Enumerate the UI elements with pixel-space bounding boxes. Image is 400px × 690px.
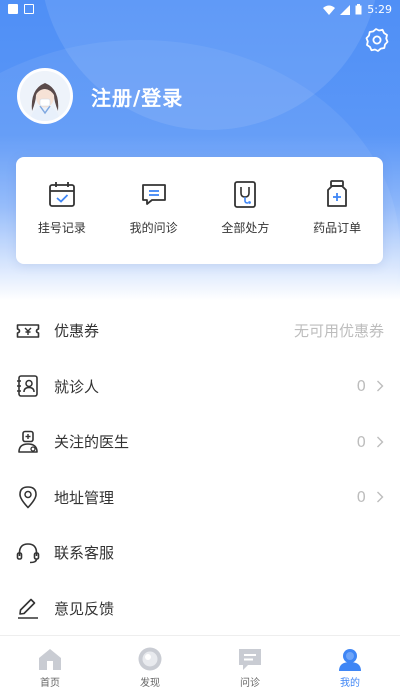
pen-icon <box>18 598 38 620</box>
menu-item-value: 0 <box>356 377 384 395</box>
chat-icon <box>141 184 166 205</box>
settings-button[interactable] <box>362 26 390 54</box>
calendar-check-icon <box>48 182 75 207</box>
headset-icon <box>16 542 40 563</box>
quick-action-label: 全部处方 <box>221 221 270 235</box>
location-icon <box>19 486 37 509</box>
home-icon <box>39 649 61 670</box>
menu-item-value: 0 <box>356 488 384 506</box>
quick-action-registration-records[interactable]: 挂号记录 <box>22 179 102 236</box>
menu-item-feedback[interactable]: 意见反馈 <box>0 581 400 637</box>
tab-discover[interactable]: 发现 <box>100 636 200 690</box>
signal-icon <box>340 4 351 15</box>
quick-action-label: 药品订单 <box>313 221 362 235</box>
status-time: 5:29 <box>367 3 392 16</box>
login-link[interactable]: 注册/登录 <box>91 82 183 111</box>
battery-icon <box>355 4 362 15</box>
menu-item-value: 0 <box>356 433 384 451</box>
consult-icon <box>239 649 261 670</box>
menu-item-patients[interactable]: 就诊人 0 <box>0 359 400 415</box>
menu-item-followed-doctors[interactable]: 关注的医生 0 <box>0 414 400 470</box>
profile-section[interactable]: 注册/登录 <box>17 68 183 124</box>
status-bar: 5:29 <box>0 0 400 20</box>
quick-action-label: 我的问诊 <box>129 221 178 235</box>
coupon-icon <box>16 323 40 338</box>
discover-icon <box>138 647 162 671</box>
menu-item-label: 优惠券 <box>54 322 100 341</box>
menu-item-address-management[interactable]: 地址管理 0 <box>0 470 400 526</box>
medicine-bottle-icon <box>327 180 348 207</box>
menu-item-label: 就诊人 <box>54 377 100 396</box>
tab-mine[interactable]: 我的 <box>300 636 400 690</box>
quick-action-label: 挂号记录 <box>37 221 86 235</box>
menu-item-label: 联系客服 <box>54 544 115 563</box>
notification-icon <box>8 4 18 14</box>
doctor-icon <box>18 430 38 453</box>
wifi-icon <box>323 5 336 15</box>
tab-label: 首页 <box>40 678 60 689</box>
tab-label: 问诊 <box>240 678 260 689</box>
notification-icon <box>24 4 34 14</box>
bottom-tab-bar: 首页 发现 问诊 我的 <box>0 635 400 690</box>
quick-action-medicine-orders[interactable]: 药品订单 <box>297 179 377 236</box>
settings-menu: 优惠券 无可用优惠券 就诊人 0 关注的医生 0 地址管理 0 联系客服 意见反… <box>0 303 400 636</box>
tab-label: 发现 <box>140 678 160 689</box>
gear-icon <box>365 28 389 52</box>
menu-item-value: 无可用优惠券 <box>293 322 384 341</box>
avatar-image <box>20 71 70 121</box>
chevron-right-icon <box>377 491 384 503</box>
menu-item-label: 意见反馈 <box>54 599 115 618</box>
avatar[interactable] <box>17 68 73 124</box>
quick-action-my-consultations[interactable]: 我的问诊 <box>114 179 194 236</box>
menu-item-label: 地址管理 <box>54 488 115 507</box>
tab-label: 我的 <box>340 678 360 689</box>
menu-item-coupons[interactable]: 优惠券 无可用优惠券 <box>0 303 400 359</box>
chevron-right-icon <box>377 436 384 448</box>
quick-action-all-prescriptions[interactable]: 全部处方 <box>205 179 285 236</box>
patient-card-icon <box>17 375 38 398</box>
chevron-right-icon <box>377 380 384 392</box>
tab-home[interactable]: 首页 <box>0 636 100 690</box>
quick-actions-card: 挂号记录 我的问诊 全部处方 药品订单 <box>16 157 383 264</box>
menu-item-label: 关注的医生 <box>54 433 130 452</box>
tab-consult[interactable]: 问诊 <box>200 636 300 690</box>
user-icon <box>339 649 361 671</box>
menu-item-customer-service[interactable]: 联系客服 <box>0 525 400 581</box>
prescription-icon <box>234 181 257 208</box>
